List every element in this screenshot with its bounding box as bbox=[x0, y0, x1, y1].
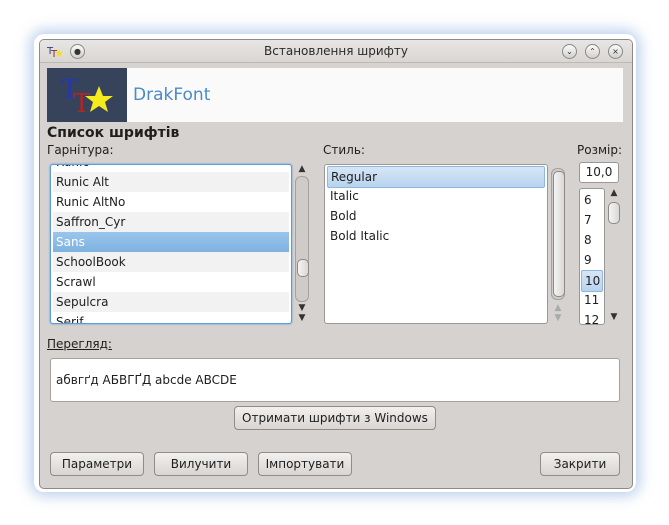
title-bar[interactable]: T T ● Встановлення шрифту ⌄ ⌃ × bbox=[40, 40, 632, 63]
list-item[interactable]: 12 bbox=[581, 310, 603, 324]
svg-text:T: T bbox=[73, 89, 91, 119]
close-button[interactable]: Закрити bbox=[540, 452, 620, 476]
list-item[interactable]: SchoolBook bbox=[53, 252, 289, 272]
preview-text: абвгґд АБВГҐД abcde ABCDE bbox=[56, 373, 237, 387]
scroll-down-icon[interactable]: ▼ bbox=[295, 313, 309, 323]
list-item[interactable]: Runic bbox=[53, 165, 289, 172]
window-title: Встановлення шрифту bbox=[264, 44, 408, 58]
list-item[interactable]: Saffron_Cyr bbox=[53, 212, 289, 232]
drakfont-window: T T ● Встановлення шрифту ⌄ ⌃ × T T Drak… bbox=[39, 39, 633, 489]
list-item[interactable]: 8 bbox=[581, 230, 603, 250]
drakfont-logo-icon: T T bbox=[47, 68, 127, 122]
list-item-selected[interactable]: 10 bbox=[581, 270, 603, 292]
scroll-up-icon[interactable]: ▲ bbox=[295, 164, 309, 174]
scroll-up-icon[interactable]: ▲ bbox=[551, 303, 565, 313]
scroll-thumb[interactable] bbox=[297, 259, 309, 277]
scroll-thumb[interactable] bbox=[553, 171, 565, 297]
scroll-up-icon[interactable]: ▲ bbox=[607, 188, 621, 198]
scroll-down-icon[interactable]: ▼ bbox=[551, 313, 565, 323]
list-item[interactable]: Runic AltNo bbox=[53, 192, 289, 212]
app-name: DrakFont bbox=[133, 85, 211, 105]
options-button[interactable]: Параметри bbox=[50, 452, 144, 476]
size-input[interactable]: 10,0 bbox=[579, 162, 619, 183]
import-button[interactable]: Імпортувати bbox=[258, 452, 352, 476]
close-window-button[interactable]: × bbox=[608, 44, 623, 59]
list-item-selected[interactable]: Regular bbox=[327, 166, 545, 188]
list-item-selected[interactable]: Sans bbox=[53, 232, 289, 252]
family-scrollbar[interactable]: ▲ ▼ ▼ bbox=[295, 164, 309, 324]
scroll-track[interactable] bbox=[551, 168, 565, 300]
style-scrollbar[interactable]: ▲ ▼ bbox=[551, 164, 565, 324]
style-label: Стиль: bbox=[323, 143, 365, 157]
scroll-thumb[interactable] bbox=[608, 202, 620, 224]
size-scrollbar[interactable]: ▲ ▼ bbox=[607, 188, 621, 324]
preview-box: абвгґд АБВГҐД abcde ABCDE bbox=[50, 358, 620, 402]
preview-label: Перегляд: bbox=[47, 337, 112, 351]
list-item[interactable]: Bold bbox=[327, 206, 545, 226]
family-label: Гарнітура: bbox=[47, 143, 114, 157]
remove-button[interactable]: Вилучити bbox=[154, 452, 248, 476]
list-item[interactable]: Bold Italic bbox=[327, 226, 545, 246]
get-windows-fonts-button[interactable]: Отримати шрифти з Windows bbox=[234, 406, 436, 430]
scroll-track[interactable] bbox=[295, 176, 309, 302]
style-list[interactable]: Regular Italic Bold Bold Italic bbox=[324, 164, 548, 324]
maximize-button[interactable]: ⌃ bbox=[585, 44, 600, 59]
list-item[interactable]: Sepulcra bbox=[53, 292, 289, 312]
minimize-button[interactable]: ⌄ bbox=[562, 44, 577, 59]
scroll-down-icon[interactable]: ▼ bbox=[607, 312, 621, 322]
size-list[interactable]: 6 7 8 9 10 11 12 bbox=[579, 188, 605, 325]
banner: T T DrakFont bbox=[47, 68, 623, 122]
list-item[interactable]: 6 bbox=[581, 190, 603, 210]
list-item[interactable]: Serif bbox=[53, 312, 289, 323]
list-item[interactable]: Scrawl bbox=[53, 272, 289, 292]
list-item[interactable]: 11 bbox=[581, 290, 603, 310]
size-label: Розмір: bbox=[577, 143, 623, 157]
font-list-title: Список шрифтів bbox=[47, 125, 180, 141]
family-list[interactable]: Runic Runic Alt Runic AltNo Saffron_Cyr … bbox=[50, 164, 292, 324]
list-item[interactable]: Runic Alt bbox=[53, 172, 289, 192]
list-item[interactable]: 9 bbox=[581, 250, 603, 270]
list-item[interactable]: 7 bbox=[581, 210, 603, 230]
scroll-down-icon[interactable]: ▼ bbox=[295, 303, 309, 313]
list-item[interactable]: Italic bbox=[327, 186, 545, 206]
